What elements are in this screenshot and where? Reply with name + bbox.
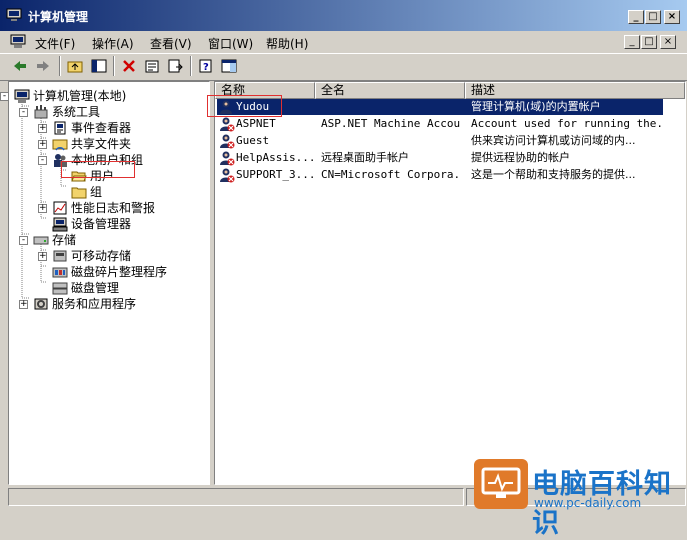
menu-window[interactable]: 窗口(W) xyxy=(208,35,253,52)
expand-button[interactable]: + xyxy=(38,252,47,261)
user-disabled-icon xyxy=(219,167,235,183)
menu-view[interactable]: 查看(V) xyxy=(150,35,192,52)
disk-management-icon xyxy=(52,280,68,296)
expand-button[interactable]: + xyxy=(38,124,47,133)
tree-node-label[interactable]: 组 xyxy=(90,184,102,200)
cell-name: SUPPORT_3... xyxy=(236,168,316,181)
services-icon xyxy=(33,296,49,312)
cell-description: 提供远程协助的帐户 xyxy=(471,151,570,164)
column-header-fullname[interactable]: 全名 xyxy=(315,82,465,99)
back-button[interactable] xyxy=(10,57,30,75)
collapse-button[interactable]: - xyxy=(19,108,28,117)
computer-icon xyxy=(14,88,30,104)
tools-icon xyxy=(33,104,49,120)
arrow-left-icon xyxy=(14,61,26,71)
tree-node-label[interactable]: 可移动存储 xyxy=(71,248,131,264)
forward-button[interactable] xyxy=(33,57,53,75)
arrow-right-icon xyxy=(37,61,49,71)
tree-node-label[interactable]: 计算机管理(本地) xyxy=(33,88,126,104)
collapse-button[interactable]: - xyxy=(19,236,28,245)
defrag-icon xyxy=(52,264,68,280)
computer-management-icon xyxy=(6,8,22,21)
cell-fullname xyxy=(321,99,461,115)
event-viewer-icon xyxy=(52,120,68,136)
performance-icon xyxy=(52,200,68,216)
mmc-icon[interactable] xyxy=(10,34,26,49)
cell-description: 这是一个帮助和支持服务的提供... xyxy=(471,168,636,181)
highlight-annotation xyxy=(207,95,282,117)
folder-icon xyxy=(71,184,87,200)
cell-fullname: CN=Microsoft Corpora... xyxy=(321,168,461,181)
monitor-icon xyxy=(481,467,521,498)
delete-button[interactable] xyxy=(119,57,139,75)
window-title: 计算机管理 xyxy=(28,10,89,24)
watermark-url: www.pc-daily.com xyxy=(534,496,642,510)
storage-icon xyxy=(33,232,49,248)
action-pane-icon xyxy=(221,59,237,73)
toolbar-separator xyxy=(190,56,192,76)
removable-storage-icon xyxy=(52,248,68,264)
tree-node-label[interactable]: 系统工具 xyxy=(52,104,100,120)
minimize-button[interactable]: _ xyxy=(628,10,644,24)
maximize-button[interactable]: □ xyxy=(645,10,661,24)
up-one-level-button[interactable] xyxy=(65,57,85,75)
show-hide-action-pane-button[interactable] xyxy=(219,57,239,75)
svg-text:?: ? xyxy=(203,62,209,73)
tree-node-label[interactable]: 事件查看器 xyxy=(71,120,131,136)
expand-button[interactable]: + xyxy=(38,140,47,149)
console-tree[interactable]: - 计算机管理(本地) - 系统工具 + 事件查看器 + 共享文件夹 - 本地用户和组 用户组 + 性能… xyxy=(0,81,210,485)
menu-action[interactable]: 操作(A) xyxy=(92,35,134,52)
user-disabled-icon xyxy=(219,133,235,149)
status-bar xyxy=(8,488,464,506)
highlight-annotation xyxy=(61,161,135,178)
user-disabled-icon xyxy=(219,116,235,132)
cell-name: Guest xyxy=(236,134,270,147)
tree-node-label[interactable]: 设备管理器 xyxy=(71,216,131,232)
cell-fullname: ASP.NET Machine Account xyxy=(321,117,461,130)
menu-file[interactable]: 文件(F) xyxy=(35,35,75,52)
tree-node-label[interactable]: 存储 xyxy=(52,232,76,248)
mdi-minimize-button[interactable]: _ xyxy=(624,35,640,49)
cell-fullname xyxy=(321,133,461,149)
user-list[interactable]: 名称 全名 描述 Yudou 管理计算机(域)的内置帐户 ASPNET ASP.NET… xyxy=(207,81,686,485)
device-manager-icon xyxy=(52,216,68,232)
expand-button[interactable]: + xyxy=(38,204,47,213)
tree-node-label[interactable]: 共享文件夹 xyxy=(71,136,131,152)
user-disabled-icon xyxy=(219,150,235,166)
folder-up-icon xyxy=(67,61,83,73)
show-hide-tree-button[interactable] xyxy=(89,57,109,75)
properties-icon xyxy=(145,60,159,73)
cell-description: Account used for running the... xyxy=(471,117,661,130)
tree-node-label[interactable]: 服务和应用程序 xyxy=(52,296,136,312)
export-list-icon xyxy=(168,59,183,73)
watermark-logo xyxy=(474,459,528,509)
export-list-button[interactable] xyxy=(165,57,185,75)
shared-folder-icon xyxy=(52,136,68,152)
console-tree-icon xyxy=(91,59,107,73)
cell-name: HelpAssis... xyxy=(236,151,316,164)
toolbar-separator xyxy=(113,56,115,76)
tree-node-label[interactable]: 磁盘管理 xyxy=(71,280,119,296)
mdi-close-button[interactable]: × xyxy=(660,35,676,49)
collapse-button[interactable]: - xyxy=(38,156,47,165)
close-button[interactable]: × xyxy=(664,10,680,24)
help-icon: ? xyxy=(199,59,212,73)
cell-name: ASPNET xyxy=(236,117,276,130)
tree-node-label[interactable]: 性能日志和警报 xyxy=(71,200,155,216)
tree-node-label[interactable]: 磁盘碎片整理程序 xyxy=(71,264,167,280)
collapse-button[interactable]: - xyxy=(0,92,9,101)
delete-x-icon xyxy=(123,60,135,72)
column-header-description[interactable]: 描述 xyxy=(465,82,685,99)
expand-button[interactable]: + xyxy=(19,300,28,309)
cell-description: 管理计算机(域)的内置帐户 xyxy=(471,100,601,113)
help-button[interactable]: ? xyxy=(196,57,216,75)
title-bar[interactable] xyxy=(0,0,687,31)
cell-fullname: 远程桌面助手帐户 xyxy=(321,151,409,164)
properties-button[interactable] xyxy=(142,57,162,75)
cell-description: 供来宾访问计算机或访问域的内... xyxy=(471,134,636,147)
menu-help[interactable]: 帮助(H) xyxy=(266,35,308,52)
toolbar-separator xyxy=(59,56,61,76)
mdi-restore-button[interactable]: □ xyxy=(641,35,657,49)
